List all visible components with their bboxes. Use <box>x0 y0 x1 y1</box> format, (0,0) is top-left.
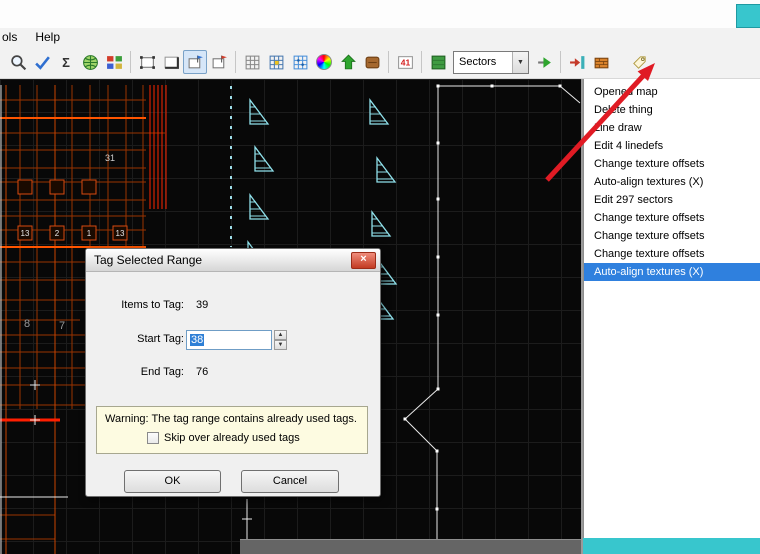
close-icon: × <box>360 252 367 265</box>
sectors-dropdown[interactable]: Sectors ▼ <box>453 50 529 74</box>
toolbar-separator <box>130 51 131 73</box>
selection-numbers-icon[interactable]: 41 <box>393 50 417 74</box>
history-item[interactable]: Edit 4 linedefs <box>584 137 760 155</box>
chevron-down-icon[interactable]: ▼ <box>512 51 528 73</box>
items-to-tag-value: 39 <box>196 299 209 311</box>
dialog-title: Tag Selected Range <box>94 253 203 267</box>
history-item[interactable]: Change texture offsets <box>584 227 760 245</box>
apply-icon[interactable] <box>532 50 556 74</box>
warning-text: Warning: The tag range contains already … <box>105 413 357 425</box>
start-tag-label: Start Tag: <box>137 333 184 345</box>
color-wheel-icon[interactable] <box>312 50 336 74</box>
texture-box-icon[interactable] <box>589 50 613 74</box>
check-icon[interactable] <box>30 50 54 74</box>
spinner-down-button[interactable]: ▼ <box>274 340 287 350</box>
checkbox-icon[interactable] <box>147 432 159 444</box>
skip-used-tags-option[interactable]: Skip over already used tags <box>147 432 300 444</box>
svg-text:8: 8 <box>24 318 30 330</box>
sectors-mode-icon[interactable] <box>183 50 207 74</box>
dialog-titlebar[interactable]: Tag Selected Range × <box>86 249 380 272</box>
history-item[interactable]: Change texture offsets <box>584 209 760 227</box>
checkbox-label: Skip over already used tags <box>164 432 300 444</box>
warning-box: Warning: The tag range contains already … <box>96 406 368 454</box>
window-top-strip <box>0 0 760 28</box>
toolbar-separator <box>421 51 422 73</box>
brown-tool-icon[interactable] <box>360 50 384 74</box>
flat-texture-icon[interactable] <box>426 50 450 74</box>
insert-icon[interactable] <box>565 50 589 74</box>
history-item-selected[interactable]: Auto-align textures (X) <box>584 263 760 281</box>
grid-icon[interactable] <box>240 50 264 74</box>
history-item[interactable]: Edit 297 sectors <box>584 191 760 209</box>
end-tag-label: End Tag: <box>140 366 184 378</box>
toolbar-separator <box>388 51 389 73</box>
things-mode-icon[interactable] <box>207 50 231 74</box>
svg-text:7: 7 <box>59 320 65 332</box>
start-tag-input-value: 38 <box>190 334 205 346</box>
sectors-dropdown-value: Sectors <box>459 56 497 68</box>
app-window: ols Help Σ 41 Sectors ▼ 31 13 2 1 13 8 7… <box>0 0 760 554</box>
map-linedefs-red-cluster <box>149 85 167 209</box>
menu-bar: ols Help <box>0 28 760 46</box>
globe-icon[interactable] <box>78 50 102 74</box>
items-to-tag-label: Items to Tag: <box>121 299 184 311</box>
tag-icon[interactable] <box>627 50 651 74</box>
svg-text:1: 1 <box>87 229 92 238</box>
menu-item-tools[interactable]: ols <box>0 28 26 46</box>
history-item[interactable]: Opened map <box>584 83 760 101</box>
grid-dots-icon[interactable] <box>288 50 312 74</box>
window-fragment-top <box>736 4 760 28</box>
window-fragment-bottom <box>583 538 760 554</box>
menu-item-help[interactable]: Help <box>26 28 69 46</box>
history-item[interactable]: Change texture offsets <box>584 245 760 263</box>
end-tag-value: 76 <box>196 366 209 378</box>
svg-text:13: 13 <box>21 229 30 238</box>
svg-text:13: 13 <box>116 229 125 238</box>
raise-sector-icon[interactable] <box>336 50 360 74</box>
spinner-up-button[interactable]: ▲ <box>274 330 287 340</box>
history-item[interactable]: Line draw <box>584 119 760 137</box>
svg-text:31: 31 <box>105 153 115 163</box>
linedefs-mode-icon[interactable] <box>159 50 183 74</box>
history-item[interactable]: Auto-align textures (X) <box>584 173 760 191</box>
canvas-horizontal-scrollbar[interactable] <box>240 539 581 554</box>
toolbar: Σ 41 Sectors ▼ <box>0 46 760 79</box>
tag-selected-range-dialog: Tag Selected Range × Items to Tag: 39 St… <box>85 248 381 497</box>
sigma-icon[interactable]: Σ <box>54 50 78 74</box>
cancel-button[interactable]: Cancel <box>241 470 339 493</box>
start-tag-input[interactable]: 38 <box>186 330 272 350</box>
toolbar-separator <box>235 51 236 73</box>
svg-text:41: 41 <box>400 57 410 67</box>
vertices-mode-icon[interactable] <box>135 50 159 74</box>
snap-to-grid-icon[interactable] <box>264 50 288 74</box>
dialog-body: Items to Tag: 39 Start Tag: 38 ▲ ▼ End T… <box>86 272 380 498</box>
action-history-panel: Opened map Delete thing Line draw Edit 4… <box>583 79 760 538</box>
ok-button[interactable]: OK <box>124 470 221 493</box>
history-item[interactable]: Change texture offsets <box>584 155 760 173</box>
palette-grid-icon[interactable] <box>102 50 126 74</box>
close-button[interactable]: × <box>351 251 376 269</box>
zoom-icon[interactable] <box>6 50 30 74</box>
svg-text:2: 2 <box>55 229 60 238</box>
toolbar-separator <box>560 51 561 73</box>
history-item[interactable]: Delete thing <box>584 101 760 119</box>
start-tag-spinner: ▲ ▼ <box>274 330 287 350</box>
